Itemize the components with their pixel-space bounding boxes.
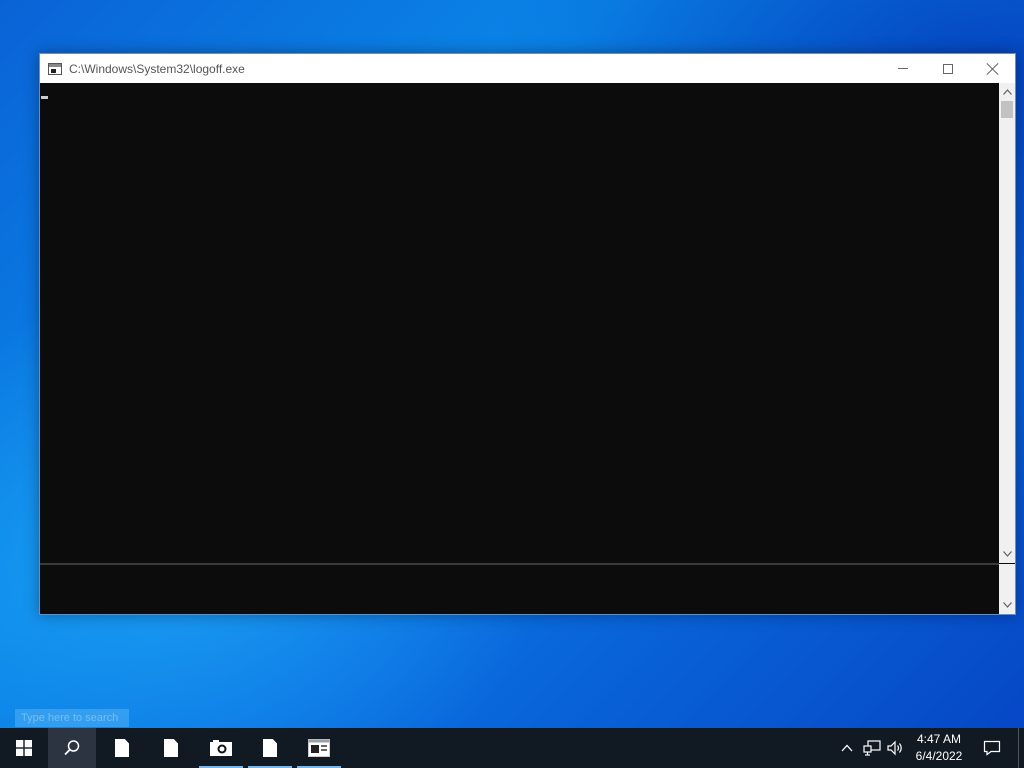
console-lower-pane[interactable] [40,565,999,614]
volume-icon [887,740,902,756]
document-icon [115,739,129,757]
vertical-scrollbar[interactable] [999,83,1015,563]
taskbar-app-1[interactable] [98,728,146,768]
lower-scroll-down-arrow-icon[interactable] [999,597,1015,613]
console-window-icon [48,62,62,75]
text-cursor [41,96,48,99]
clock-time: 4:47 AM [916,732,962,746]
taskbar-clock[interactable]: 4:47 AM 6/4/2022 [908,728,970,768]
volume-button[interactable] [884,728,908,768]
window-titlebar[interactable]: C:\Windows\System32\logoff.exe [40,54,1015,83]
start-button[interactable] [0,728,48,768]
maximize-button[interactable] [925,54,970,83]
scrollbar-thumb[interactable] [1001,101,1013,118]
chevron-up-icon [841,744,853,752]
network-button[interactable] [860,728,884,768]
windows-logo-icon [16,740,32,756]
scroll-up-arrow-icon[interactable] [999,84,1015,100]
taskbar-app-3[interactable] [197,728,245,768]
search-hint: Type here to search [15,709,129,727]
minimize-button[interactable] [880,54,925,83]
network-icon [863,740,881,756]
close-icon [987,63,999,75]
clock-date: 6/4/2022 [915,749,963,763]
lower-vertical-scrollbar[interactable] [999,564,1015,614]
close-button[interactable] [970,54,1015,83]
notification-icon [983,740,1001,756]
search-icon [64,740,80,756]
console-output-area[interactable] [40,83,999,563]
show-hidden-icons-button[interactable] [836,728,858,768]
action-center-button[interactable] [978,728,1006,768]
show-desktop-button[interactable] [1018,728,1024,768]
taskbar-app-2[interactable] [147,728,195,768]
console-window[interactable]: C:\Windows\System32\logoff.exe [39,53,1016,615]
minimize-icon [897,68,908,69]
search-button[interactable] [48,728,96,768]
window-title: C:\Windows\System32\logoff.exe [69,61,245,76]
camera-icon [210,740,232,756]
taskbar [0,728,1024,768]
taskbar-app-5[interactable] [295,728,343,768]
console-window-icon [308,739,330,757]
scroll-down-arrow-icon[interactable] [999,546,1015,562]
document-icon [164,739,178,757]
maximize-icon [942,63,953,74]
taskbar-app-4[interactable] [246,728,294,768]
document-icon [263,739,277,757]
caption-buttons [880,54,1015,83]
